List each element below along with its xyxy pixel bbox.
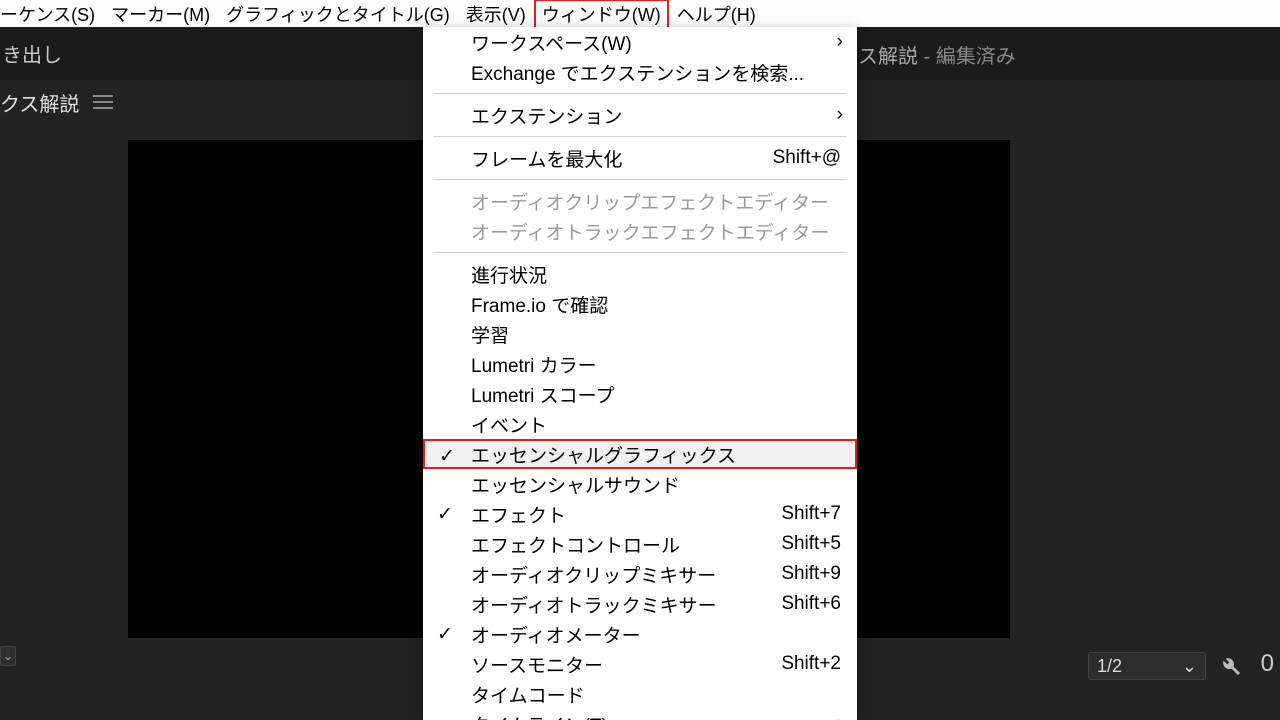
menu-shortcut: Shift+9 [781, 563, 843, 585]
menu-help[interactable]: ヘルプ(H) [669, 0, 764, 29]
playback-resolution-dropdown[interactable]: 1/2 ⌄ [1088, 652, 1206, 680]
menu-item-label: オーディオクリップエフェクトエディター [471, 188, 829, 215]
check-icon: ✓ [437, 503, 455, 521]
menu-item-label: エフェクト [471, 501, 566, 528]
menu-item: オーディオクリップエフェクトエディター [423, 186, 857, 216]
panel-tab-row: クス解説 [0, 80, 113, 124]
menu-item[interactable]: ソースモニター Shift+2 [423, 649, 857, 679]
chevron-right-icon: › [837, 104, 843, 126]
menu-item-label: オーディオメーター [471, 621, 641, 648]
menu-item-label: オーディオトラックミキサー [471, 591, 717, 618]
menu-separator [433, 252, 847, 253]
menu-item-label: エッセンシャルグラフィックス [471, 441, 736, 468]
menu-item-label: 進行状況 [471, 261, 547, 288]
workspace-tab-label[interactable]: き出し [2, 39, 62, 68]
menu-item[interactable]: Lumetri スコープ [423, 379, 857, 409]
indicator-zero: 0 [1261, 650, 1274, 678]
window-menu-dropdown: ワークスペース(W) › Exchange でエクステンションを検索... エクステン… [423, 27, 857, 720]
menu-item-label: Frame.io で確認 [471, 291, 608, 318]
check-icon: ✓ [437, 623, 455, 641]
menu-item[interactable]: イベント [423, 409, 857, 439]
check-icon: ✓ [439, 445, 457, 463]
menu-item-label: フレームを最大化 [471, 145, 622, 172]
menu-separator [433, 136, 847, 137]
menu-item-label: タイムコード [471, 681, 585, 708]
menu-item[interactable]: 学習 [423, 319, 857, 349]
menu-graphics[interactable]: グラフィックとタイトル(G) [218, 0, 458, 29]
menu-item-label: Lumetri スコープ [471, 381, 615, 408]
chevron-right-icon: › [837, 31, 843, 53]
menu-marker[interactable]: マーカー(M) [103, 0, 218, 29]
menu-shortcut: Shift+6 [781, 593, 843, 615]
menu-item[interactable]: ワークスペース(W) › [423, 27, 857, 57]
menu-item[interactable]: Lumetri カラー [423, 349, 857, 379]
menu-item[interactable]: タイムコード [423, 679, 857, 709]
menu-shortcut: Shift+@ [773, 147, 843, 169]
panel-tab-label[interactable]: クス解説 [0, 88, 79, 117]
panel-menu-icon[interactable] [93, 95, 113, 109]
menu-item-label: ソースモニター [471, 651, 603, 678]
menu-item: オーディオトラックエフェクトエディター [423, 216, 857, 246]
wrench-icon[interactable] [1218, 654, 1242, 678]
menu-item[interactable]: オーディオトラックミキサー Shift+6 [423, 589, 857, 619]
menu-item-label: Exchange でエクステンションを検索... [471, 59, 804, 86]
menu-item[interactable]: ✓ エッセンシャルグラフィックス [423, 439, 857, 469]
menu-item-label: ワークスペース(W) [471, 29, 632, 56]
menu-item[interactable]: Exchange でエクステンションを検索... [423, 57, 857, 87]
menu-item[interactable]: オーディオクリップミキサー Shift+9 [423, 559, 857, 589]
menubar: ーケンス(S) マーカー(M) グラフィックとタイトル(G) 表示(V) ウィン… [0, 0, 1280, 27]
menu-item-label: エクステンション [471, 102, 622, 129]
chevron-down-icon: ⌄ [1182, 656, 1197, 677]
menu-separator [433, 179, 847, 180]
chevron-right-icon: › [837, 713, 843, 720]
menu-sequence[interactable]: ーケンス(S) [0, 0, 103, 29]
program-monitor-title: ス解説 - 編集済み [858, 40, 1016, 69]
menu-separator [433, 93, 847, 94]
menu-view[interactable]: 表示(V) [458, 0, 534, 29]
menu-item[interactable]: ✓ エフェクト Shift+7 [423, 499, 857, 529]
menu-item-label: オーディオトラックエフェクトエディター [471, 218, 829, 245]
program-title-text: ス解説 [858, 46, 918, 68]
menu-item-label: オーディオクリップミキサー [471, 561, 716, 588]
menu-item[interactable]: タイムライン(T) › [423, 709, 857, 720]
menu-item-label: イベント [471, 411, 547, 438]
menu-shortcut: Shift+7 [781, 503, 843, 525]
menu-item[interactable]: エクステンション › [423, 100, 857, 130]
menu-shortcut: Shift+2 [781, 653, 843, 675]
menu-item[interactable]: ✓ オーディオメーター [423, 619, 857, 649]
playback-resolution-value: 1/2 [1097, 656, 1122, 677]
program-title-suffix: - 編集済み [918, 46, 1016, 68]
menu-item[interactable]: 進行状況 [423, 259, 857, 289]
menu-item-label: エッセンシャルサウンド [471, 471, 680, 498]
menu-item[interactable]: エフェクトコントロール Shift+5 [423, 529, 857, 559]
menu-item-label: エフェクトコントロール [471, 531, 680, 558]
menu-item-label: 学習 [471, 321, 509, 348]
menu-window[interactable]: ウィンドウ(W) [534, 0, 669, 29]
menu-item[interactable]: Frame.io で確認 [423, 289, 857, 319]
menu-item-label: タイムライン(T) [471, 711, 608, 720]
menu-item[interactable]: エッセンシャルサウンド [423, 469, 857, 499]
menu-item[interactable]: フレームを最大化 Shift+@ [423, 143, 857, 173]
menu-shortcut: Shift+5 [781, 533, 843, 555]
fit-dropdown[interactable]: ⌄ [0, 646, 16, 666]
menu-item-label: Lumetri カラー [471, 351, 597, 378]
